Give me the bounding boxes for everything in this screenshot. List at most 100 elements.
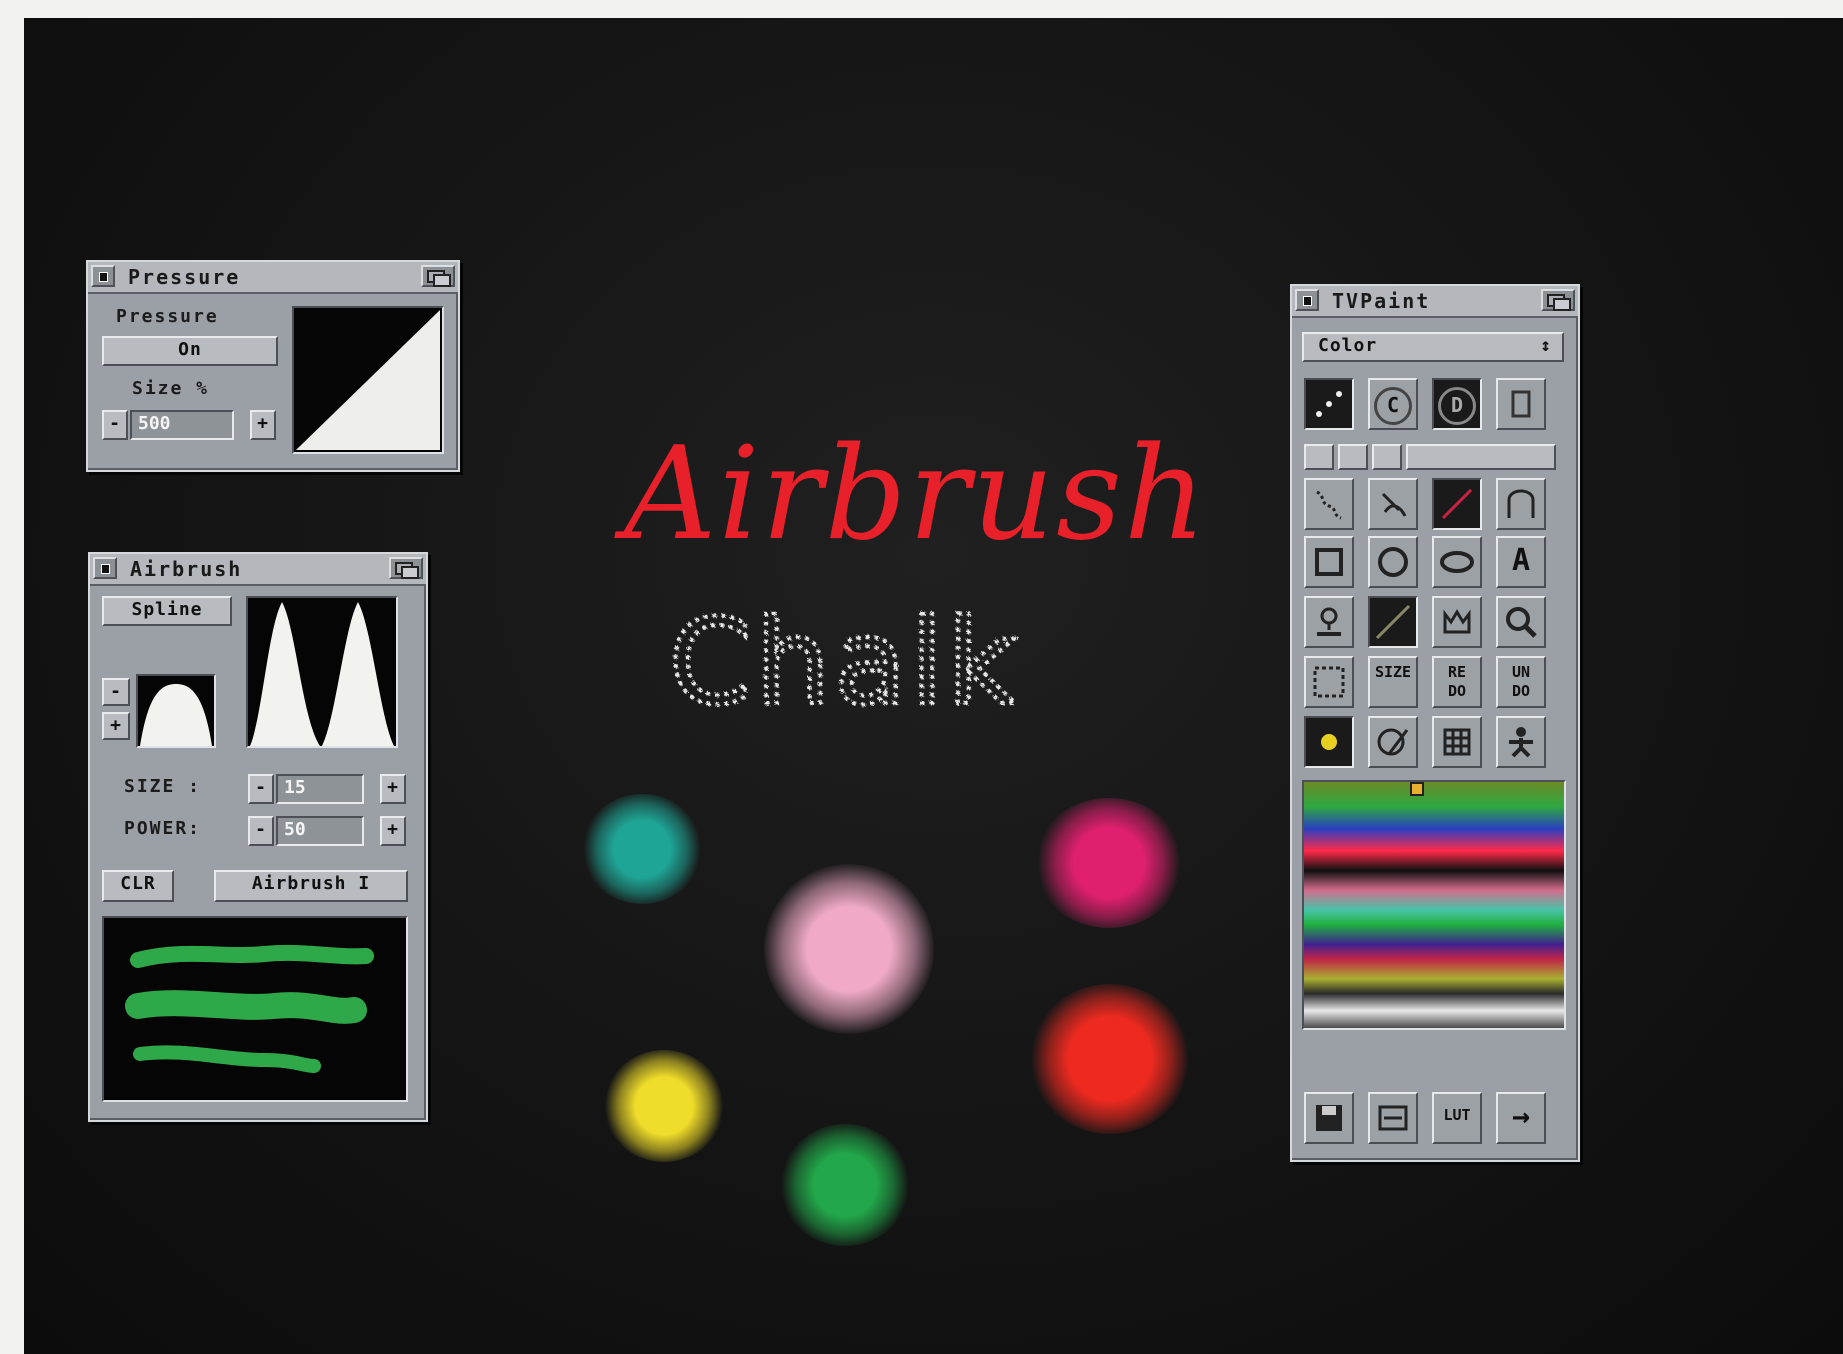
text-icon: A xyxy=(1511,543,1531,578)
ellipse-tool[interactable] xyxy=(1432,536,1482,588)
stamp-tool[interactable] xyxy=(1304,596,1354,648)
marquee-tool[interactable] xyxy=(1304,656,1354,708)
color-palette[interactable] xyxy=(1302,780,1566,1030)
depth-gadget-icon[interactable] xyxy=(389,557,423,579)
circle-tool[interactable] xyxy=(1368,536,1418,588)
profile-decrease-button[interactable]: - xyxy=(102,678,130,706)
size-increase-button[interactable]: + xyxy=(250,410,276,440)
palette-marker-icon xyxy=(1410,782,1424,796)
line-tool[interactable] xyxy=(1432,478,1482,530)
circle-icon xyxy=(1378,547,1408,577)
size-decrease-button[interactable]: - xyxy=(102,410,128,440)
freehand-tool[interactable] xyxy=(1304,478,1354,530)
grid-tool[interactable] xyxy=(1432,716,1482,768)
tvpaint-window-title: TVPaint xyxy=(1332,289,1431,313)
size-label: SIZE : xyxy=(124,776,202,797)
brush-dot-tool[interactable] xyxy=(1304,716,1354,768)
palette-tool[interactable] xyxy=(1368,716,1418,768)
size-percent-field[interactable]: 500 xyxy=(130,410,234,440)
small-gadget-1[interactable] xyxy=(1304,444,1334,470)
brush-dot-icon xyxy=(1321,734,1337,750)
magnifier-tool[interactable] xyxy=(1496,596,1546,648)
mode-select-dropdown[interactable]: Color ↕ xyxy=(1302,332,1564,362)
figure-tool[interactable] xyxy=(1496,716,1546,768)
brush-stroke-preview xyxy=(102,916,408,1102)
airbrush-size-field[interactable]: 15 xyxy=(276,774,364,804)
close-gadget-icon[interactable] xyxy=(91,265,115,287)
depth-gadget-icon[interactable] xyxy=(1541,289,1575,311)
figure-icon xyxy=(1509,727,1533,758)
power-decrease-button[interactable]: - xyxy=(248,816,274,846)
stroke-samples-icon xyxy=(125,944,374,1073)
pressure-titlebar[interactable]: Pressure xyxy=(88,262,458,294)
small-gadget-4[interactable] xyxy=(1406,444,1556,470)
airbrush-window-title: Airbrush xyxy=(130,557,243,581)
disk-icon xyxy=(1316,1105,1342,1131)
spline-button[interactable]: Spline xyxy=(102,596,232,626)
power-increase-button[interactable]: + xyxy=(380,816,406,846)
drawing-canvas[interactable]: Airbrush Chalk xyxy=(584,388,1284,808)
power-field[interactable]: 50 xyxy=(276,816,364,846)
airbrush-mode-button[interactable]: Airbrush I xyxy=(214,870,408,902)
crown-tool[interactable] xyxy=(1432,596,1482,648)
swap-button[interactable] xyxy=(1368,1092,1418,1144)
pressure-curve-graph[interactable] xyxy=(292,306,444,454)
ellipse-icon xyxy=(1440,551,1474,573)
mode-select-label: Color xyxy=(1318,335,1378,356)
redo-icon: RE DO xyxy=(1447,663,1467,700)
airbrush-canvas-text: Airbrush xyxy=(614,420,1208,569)
pink-blob xyxy=(764,864,934,1034)
rectangle-tool[interactable] xyxy=(1304,536,1354,588)
small-gadget-3[interactable] xyxy=(1372,444,1402,470)
airbrush-spline-graph[interactable] xyxy=(246,596,398,748)
curve-tool[interactable] xyxy=(1496,478,1546,530)
bracket-icon xyxy=(1511,390,1531,418)
bell-curve-icon xyxy=(140,684,212,746)
pressure-window-title: Pressure xyxy=(128,265,241,289)
green-blob xyxy=(780,1124,910,1246)
gradient-icon xyxy=(1375,604,1411,640)
grid-icon xyxy=(1443,728,1471,756)
pressure-window: Pressure Pressure On Size % - 500 + xyxy=(86,260,460,472)
lut-button[interactable]: LUT xyxy=(1432,1092,1482,1144)
rectangle-icon xyxy=(1315,548,1343,576)
teal-blob xyxy=(582,794,702,904)
paint-screen[interactable]: Pressure Pressure On Size % - 500 + Airb… xyxy=(24,18,1843,1354)
crown-icon xyxy=(1443,609,1471,634)
airbrush-size-increase-button[interactable]: + xyxy=(380,774,406,804)
text-tool[interactable]: A xyxy=(1496,536,1546,588)
power-label: POWER: xyxy=(124,818,202,839)
swap-icon xyxy=(1378,1105,1408,1131)
arrow-right-icon: → xyxy=(1511,1099,1531,1134)
pressure-toggle-button[interactable]: On xyxy=(102,336,278,366)
dots-icon xyxy=(1316,391,1342,417)
dots-brush-tool[interactable] xyxy=(1304,378,1354,430)
bracket-tool[interactable] xyxy=(1496,378,1546,430)
redo-tool[interactable]: RE DO xyxy=(1432,656,1482,708)
close-gadget-icon[interactable] xyxy=(93,557,117,579)
airbrush-titlebar[interactable]: Airbrush xyxy=(90,554,426,586)
profile-increase-button[interactable]: + xyxy=(102,712,130,740)
next-arrow-button[interactable]: → xyxy=(1496,1092,1546,1144)
depth-gadget-icon[interactable] xyxy=(421,265,455,287)
palette-icon xyxy=(1377,728,1409,756)
size-icon: SIZE xyxy=(1374,663,1412,681)
undo-icon: UN DO xyxy=(1511,663,1531,700)
copyright-tool[interactable]: C xyxy=(1368,378,1418,430)
airbrush-size-decrease-button[interactable]: - xyxy=(248,774,274,804)
size-tool[interactable]: SIZE xyxy=(1368,656,1418,708)
stamp-icon xyxy=(1317,607,1341,636)
d-mode-tool[interactable]: D xyxy=(1432,378,1482,430)
airbrush-window: Airbrush Spline - + SIZE : - 15 + POWER:… xyxy=(88,552,428,1122)
gradient-tool[interactable] xyxy=(1368,596,1418,648)
save-disk-button[interactable] xyxy=(1304,1092,1354,1144)
close-gadget-icon[interactable] xyxy=(1295,289,1319,311)
small-gadget-2[interactable] xyxy=(1338,444,1368,470)
lut-icon: LUT xyxy=(1443,1106,1471,1124)
fill-tool[interactable] xyxy=(1368,478,1418,530)
fill-icon xyxy=(1381,492,1407,517)
magenta-blob xyxy=(1034,798,1184,928)
tvpaint-titlebar[interactable]: TVPaint xyxy=(1292,286,1578,318)
clr-button[interactable]: CLR xyxy=(102,870,174,902)
undo-tool[interactable]: UN DO xyxy=(1496,656,1546,708)
